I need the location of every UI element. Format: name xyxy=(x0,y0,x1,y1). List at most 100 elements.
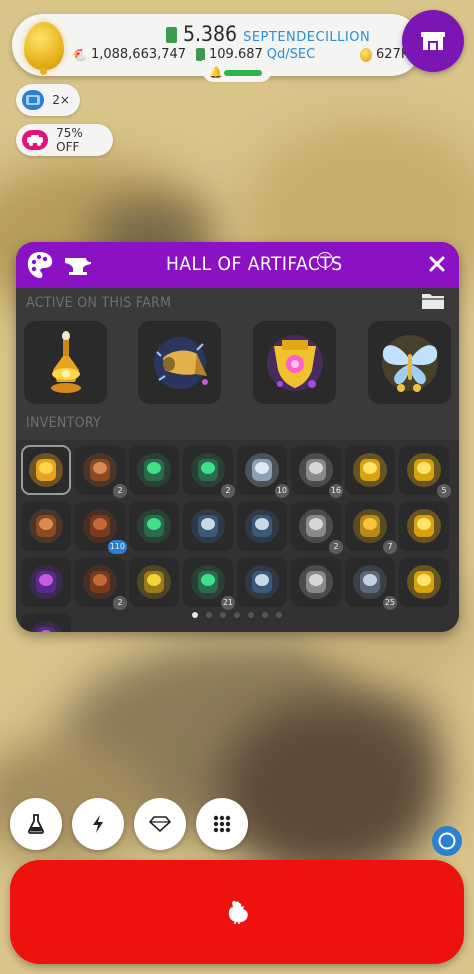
overlay-toggle-button[interactable] xyxy=(432,826,462,856)
info-icon[interactable]: i xyxy=(317,252,333,268)
crystal-butterfly-icon xyxy=(381,334,438,392)
item-count-badge: 2 xyxy=(329,540,343,554)
active-slot-4[interactable] xyxy=(368,321,451,404)
item-count-badge: 5 xyxy=(437,484,451,498)
panel-title: HALL OF ARTIFACTS xyxy=(166,253,343,275)
menu-button[interactable] xyxy=(196,798,248,850)
earning-rate-unit: Qd/SEC xyxy=(266,47,316,62)
ring-icon xyxy=(438,832,456,850)
palette-icon[interactable] xyxy=(26,250,54,280)
item-count-badge: 16 xyxy=(328,484,343,498)
inventory-item[interactable] xyxy=(21,613,71,632)
beetle-icon xyxy=(137,565,171,599)
inventory-item[interactable] xyxy=(237,557,287,607)
syringe-icon xyxy=(299,509,333,543)
horn-artifact-icon xyxy=(153,336,208,389)
item-count-badge: 2 xyxy=(113,484,127,498)
purple-statue-icon xyxy=(30,621,62,632)
inventory-item[interactable]: 21 xyxy=(183,557,235,610)
inventory-item[interactable] xyxy=(399,501,449,551)
inventory-item[interactable] xyxy=(183,501,233,551)
gold-statue-icon xyxy=(353,453,387,487)
gold-statue-icon xyxy=(407,453,441,487)
book-icon xyxy=(83,453,117,487)
page-dot[interactable] xyxy=(276,612,282,618)
boost-multiplier-pill[interactable]: 2× xyxy=(16,84,80,116)
page-dot[interactable] xyxy=(234,612,240,618)
book-icon xyxy=(29,509,63,543)
gold-statue-icon xyxy=(407,565,441,599)
boosts-button[interactable] xyxy=(72,798,124,850)
ufo-green-icon xyxy=(137,453,171,487)
active-slot-3[interactable] xyxy=(253,321,336,404)
inventory-item[interactable] xyxy=(129,557,179,607)
active-section-label: ACTIVE ON THIS FARM xyxy=(26,295,172,311)
vial-icon xyxy=(29,453,63,487)
chicken-icon: 🐔 xyxy=(72,47,87,62)
artifacts-button[interactable] xyxy=(134,798,186,850)
item-count-badge: 110 xyxy=(107,540,127,554)
inventory-item[interactable] xyxy=(345,445,395,495)
artifact-gem-icon xyxy=(149,816,171,832)
tube-icon xyxy=(353,565,387,599)
inventory-item[interactable]: 25 xyxy=(345,557,397,610)
inventory-item[interactable] xyxy=(129,501,179,551)
inventory-item[interactable]: 2 xyxy=(75,557,127,610)
inventory-item[interactable]: 10 xyxy=(237,445,289,498)
panel-header: HALL OF ARTIFACTS i xyxy=(16,242,459,288)
chicken-count-display: 🐔 1,088,663,747 xyxy=(72,47,186,62)
page-dot[interactable] xyxy=(248,612,254,618)
ufo-ring-icon xyxy=(191,509,225,543)
discount-label: 75% OFF xyxy=(56,126,83,154)
chicken-icon xyxy=(228,900,248,924)
syringe-icon xyxy=(299,453,333,487)
item-count-badge: 7 xyxy=(383,540,397,554)
inventory-item[interactable] xyxy=(21,557,71,607)
ufo-ring-icon xyxy=(245,565,279,599)
bell-icon: 🔔 xyxy=(209,66,223,79)
inventory-item[interactable]: 7 xyxy=(345,501,397,554)
inventory-item[interactable]: 5 xyxy=(399,445,451,498)
research-button[interactable] xyxy=(10,798,62,850)
hatch-chicken-button[interactable] xyxy=(10,860,464,964)
cash-unit: SEPTENDECILLION xyxy=(243,30,371,45)
inventory-item[interactable]: 16 xyxy=(291,445,343,498)
anvil-icon[interactable] xyxy=(64,256,92,276)
inventory-item[interactable]: 2 xyxy=(75,445,127,498)
inventory-section-label: INVENTORY xyxy=(26,415,101,431)
page-dot[interactable] xyxy=(220,612,226,618)
item-count-badge: 2 xyxy=(221,484,235,498)
ufo-green-icon xyxy=(191,565,225,599)
inventory-item[interactable] xyxy=(21,501,71,551)
page-dot[interactable] xyxy=(206,612,212,618)
boost-badge-icon xyxy=(22,90,45,110)
inventory-item[interactable] xyxy=(399,557,449,607)
vehicle-icon xyxy=(22,130,49,150)
cash-icon xyxy=(166,27,177,43)
research-flask-icon xyxy=(27,814,45,834)
inventory-item[interactable] xyxy=(237,501,287,551)
close-icon[interactable] xyxy=(427,254,447,274)
inventory-item[interactable]: 2 xyxy=(183,445,235,498)
inventory-item[interactable] xyxy=(21,445,71,495)
menu-grid-icon xyxy=(213,815,231,833)
page-dot[interactable] xyxy=(262,612,268,618)
shop-button[interactable] xyxy=(402,10,464,72)
page-dot[interactable] xyxy=(192,612,198,618)
golden-egg-icon[interactable] xyxy=(24,22,64,70)
cash-value: 5.386 xyxy=(183,22,238,46)
active-slot-2[interactable] xyxy=(138,321,221,404)
inventory-item[interactable]: 110 xyxy=(75,501,127,554)
book-chick-icon xyxy=(83,565,117,599)
folder-icon[interactable] xyxy=(421,292,445,310)
inventory-item[interactable]: 2 xyxy=(291,501,343,554)
ufo-green-icon xyxy=(137,509,171,543)
golden-egg-small-icon xyxy=(360,47,372,62)
shop-icon xyxy=(421,32,445,50)
inventory-item[interactable] xyxy=(291,557,341,607)
discount-pill[interactable]: 75% OFF xyxy=(16,124,113,156)
inventory-item[interactable] xyxy=(129,445,179,495)
active-slot-1[interactable] xyxy=(24,321,107,404)
inventory-grid: 2 2 10 16 5 110 2 7 2 21 25 xyxy=(21,445,455,632)
boost-multiplier-label: 2× xyxy=(52,93,70,107)
